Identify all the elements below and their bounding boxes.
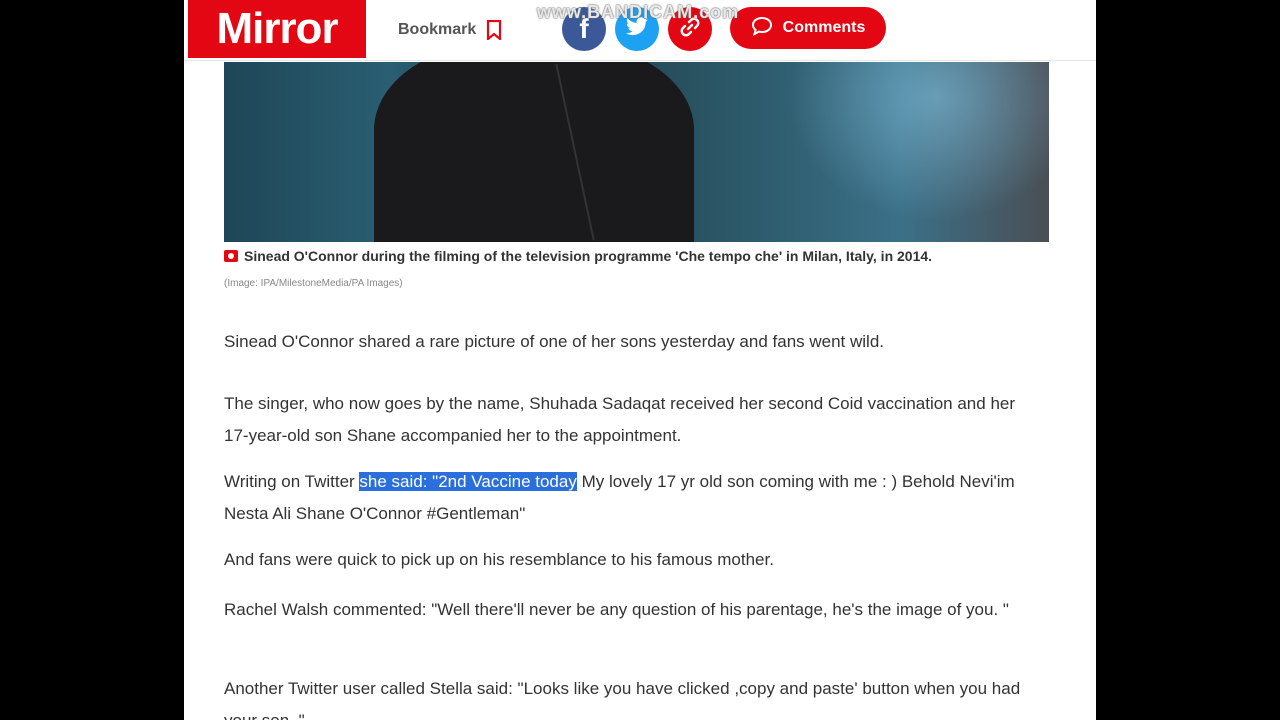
paragraph-3-start: Writing on Twitter (224, 472, 360, 491)
article-page: Mirror Bookmark f Comments www.BANDICAM.… (184, 0, 1096, 720)
caption-text: Sinead O'Connor during the filming of th… (244, 248, 933, 264)
hero-figure (374, 62, 694, 242)
mirror-logo[interactable]: Mirror (188, 0, 366, 58)
comment-icon (751, 16, 773, 41)
bookmark-label: Bookmark (398, 21, 477, 38)
article-hero-image[interactable] (224, 62, 1049, 242)
comments-button[interactable]: Comments (730, 7, 886, 49)
comments-label: Comments (782, 19, 866, 36)
article-paragraph-6: Another Twitter user called Stella said:… (224, 679, 1021, 720)
logo-text: Mirror (216, 4, 338, 53)
bookmark-button[interactable]: Bookmark (398, 18, 502, 42)
camera-icon (224, 250, 238, 262)
article-paragraph-5: Rachel Walsh commented: "Well there'll n… (224, 600, 1009, 619)
recorder-watermark: www.BANDICAM.com (536, 2, 740, 22)
site-header: Mirror Bookmark f Comments www.BANDICAM.… (184, 0, 1096, 61)
hero-light (764, 62, 1049, 242)
bookmark-icon (486, 20, 502, 40)
article-paragraph-3: Writing on Twitter she said: "2nd Vaccin… (224, 466, 1044, 530)
image-credit: (Image: IPA/MilestoneMedia/PA Images) (224, 278, 403, 289)
article-paragraph-4: And fans were quick to pick up on his re… (224, 550, 774, 569)
selected-text[interactable]: she said: "2nd Vaccine today (359, 472, 577, 491)
article-paragraph-1: Sinead O'Connor shared a rare picture of… (224, 332, 885, 351)
image-caption: Sinead O'Connor during the filming of th… (224, 248, 1064, 264)
article-paragraph-2: The singer, who now goes by the name, Sh… (224, 394, 1016, 445)
